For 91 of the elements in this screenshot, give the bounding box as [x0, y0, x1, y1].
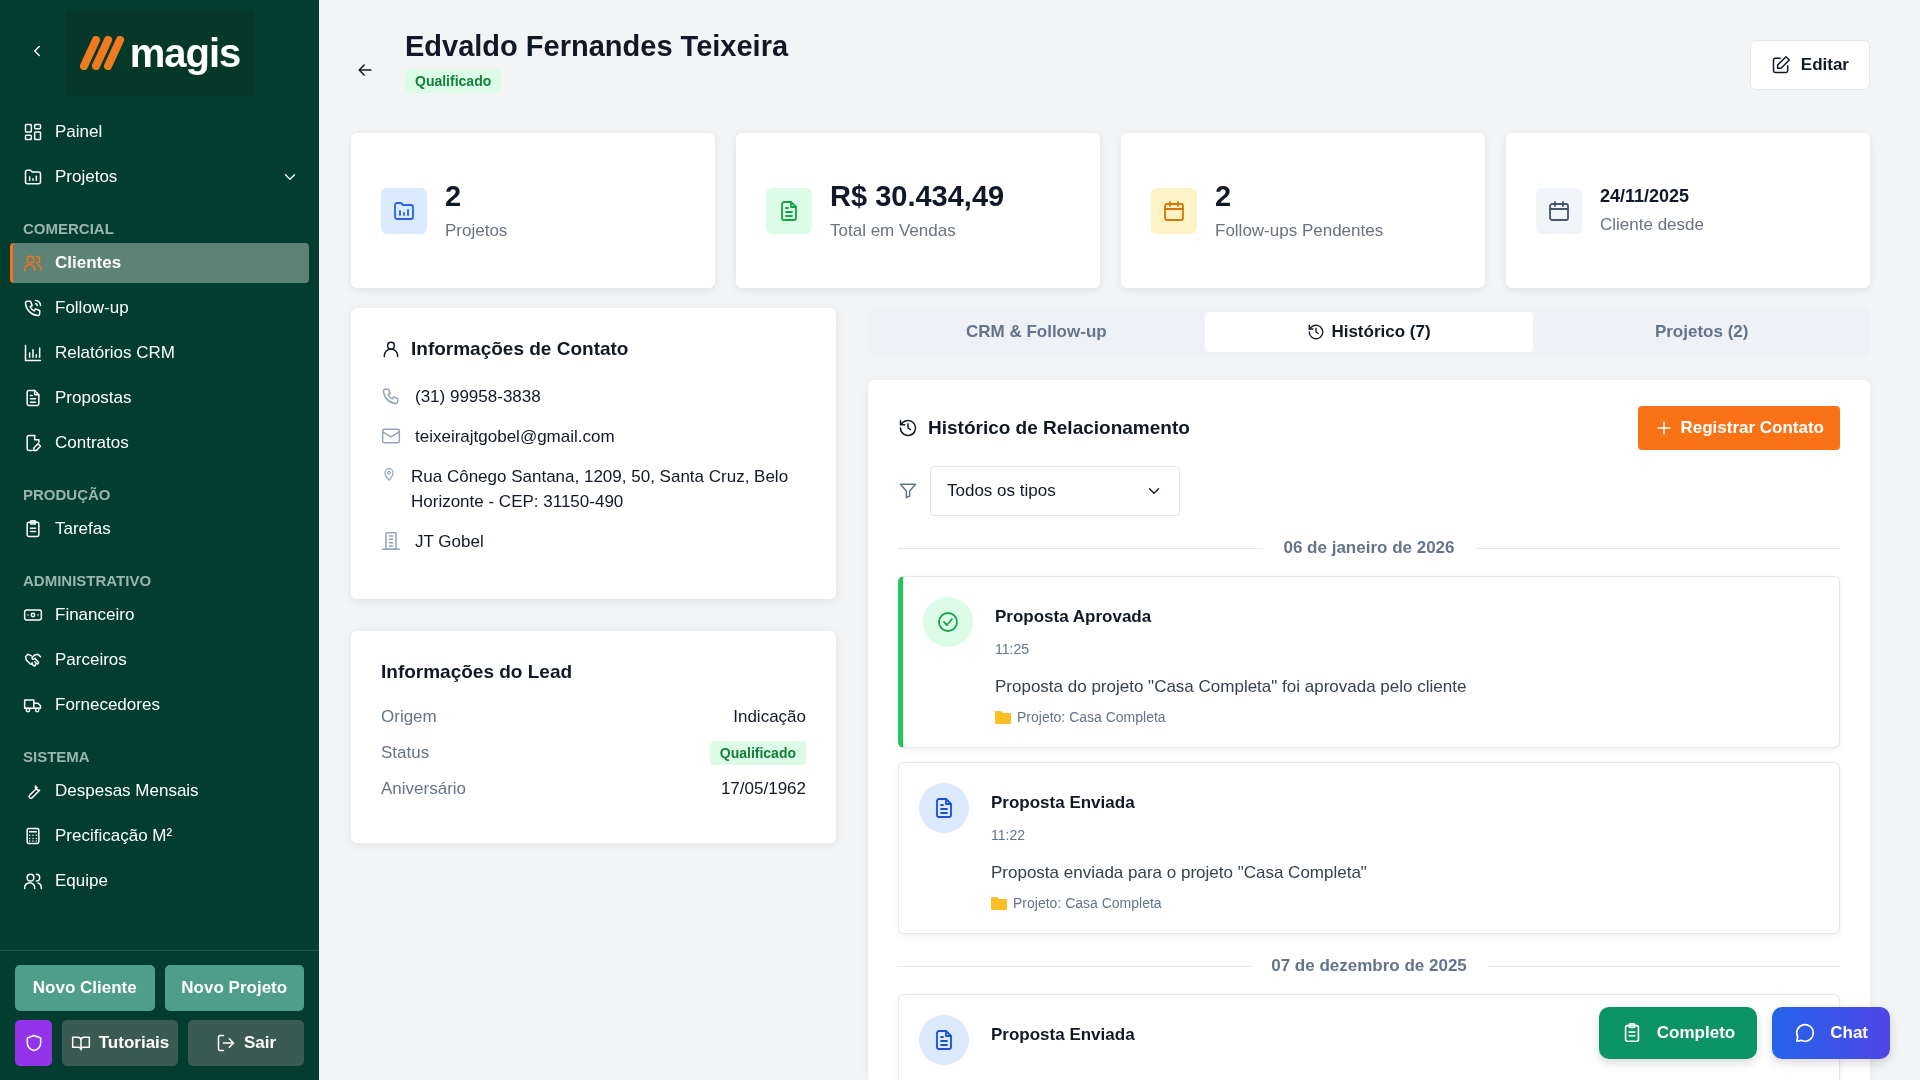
stat-label: Follow-ups Pendentes — [1215, 221, 1384, 241]
edit-button[interactable]: Editar — [1749, 40, 1870, 90]
logout-icon — [215, 1033, 236, 1053]
event-description: Proposta enviada para o projeto "Casa Completa" — [991, 863, 1367, 883]
nav-item[interactable]: Relatórios CRM — [10, 333, 309, 373]
contact-detail: (31) 99958-3838 — [415, 386, 541, 408]
event-project: Projeto: Casa Completa — [1013, 895, 1162, 911]
tutorials-button[interactable]: Tutoriais — [62, 1020, 178, 1066]
event-title: Proposta Enviada — [991, 793, 1136, 813]
nav-item[interactable]: Financeiro — [10, 595, 309, 635]
event-time: 11:22 — [991, 827, 1026, 843]
map-pin-icon — [381, 466, 397, 482]
check-circle-icon — [936, 610, 960, 634]
users-icon — [23, 871, 43, 891]
contact-detail: teixeirajtgobel@gmail.com — [415, 426, 615, 448]
nav-item[interactable]: Parceiros — [10, 640, 309, 680]
building-icon — [381, 531, 401, 551]
nav-item[interactable]: Precificação M² — [10, 816, 309, 856]
nav-item[interactable]: Propostas — [10, 378, 309, 418]
folder-icon — [995, 710, 1011, 724]
client-name: Edvaldo Fernandes Teixeira — [405, 30, 790, 63]
stat-value: 24/11/2025 — [1600, 186, 1691, 207]
field-label: Origem — [381, 707, 437, 727]
event-title: Proposta Aprovada — [995, 607, 1153, 627]
card-title: Informações do Lead — [381, 661, 574, 683]
stat-label: Projetos — [445, 221, 508, 241]
nav-item[interactable]: Equipe — [10, 861, 309, 901]
nav-item[interactable]: Tarefas — [10, 509, 309, 549]
logo-mark-icon — [79, 36, 124, 70]
event-description: Proposta do projeto "Casa Completa" foi aprovada pelo cliente — [995, 677, 1467, 697]
grid-icon — [23, 122, 43, 142]
tab[interactable]: CRM & Follow-up — [872, 312, 1201, 352]
nav-item[interactable]: Despesas Mensais — [10, 771, 309, 811]
section-heading: ADMINISTRATIVO — [22, 571, 153, 591]
contact-detail: JT Gobel — [415, 531, 484, 553]
status-badge: Qualificado — [405, 69, 502, 93]
calendar-icon — [1547, 198, 1571, 223]
event-time: 11:25 — [995, 641, 1030, 657]
nav-item[interactable]: Projetos — [10, 157, 309, 197]
history-icon — [1307, 323, 1326, 341]
tab[interactable]: Projetos (2) — [1537, 312, 1866, 352]
type-filter-dropdown[interactable]: Todos os tipos — [930, 466, 1180, 516]
tab[interactable]: Histórico (7) — [1204, 312, 1534, 352]
event-project: Projeto: Casa Completa — [1017, 709, 1166, 725]
phone-icon — [381, 386, 401, 406]
section-heading: COMERCIAL — [22, 219, 115, 239]
status-badge: Qualificado — [709, 741, 806, 765]
date-heading: 06 de janeiro de 2026 — [1283, 538, 1455, 558]
panel-title: Histórico de Relacionamento — [928, 417, 1191, 439]
section-heading: SISTEMA — [22, 747, 91, 767]
shield-button[interactable] — [15, 1020, 52, 1066]
history-icon — [898, 418, 918, 438]
contact-detail: Rua Cônego Santana, 1209, 50, Santa Cruz, Belo Horizonte - CEP: 31150-490 — [411, 466, 790, 513]
clipboard-icon — [23, 519, 43, 539]
field-value: Indicação — [733, 707, 806, 727]
edit-icon — [1770, 55, 1791, 75]
document-pen-icon — [23, 433, 43, 453]
folder-icon — [23, 167, 43, 187]
field-label: Aniversário — [381, 779, 467, 799]
chat-icon — [1794, 1022, 1817, 1044]
stat-value: R$ 30.434,49 — [830, 180, 1005, 213]
section-heading: PRODUÇÃO — [22, 485, 112, 505]
date-heading: 07 de dezembro de 2025 — [1271, 956, 1467, 976]
filter-icon — [898, 481, 918, 501]
calendar-icon — [1162, 198, 1186, 223]
event-title: Proposta Enviada — [991, 1025, 1135, 1045]
field-label: Status — [381, 743, 430, 763]
stat-value: 2 — [445, 180, 463, 213]
users-icon — [23, 253, 43, 273]
field-value: 17/05/1962 — [720, 779, 806, 799]
stat-label: Cliente desde — [1600, 215, 1704, 235]
nav-item[interactable]: Painel — [10, 112, 309, 152]
nav-item[interactable]: Follow-up — [10, 288, 309, 328]
complete-button[interactable]: Completo — [1598, 1007, 1758, 1059]
logout-button[interactable]: Sair — [188, 1020, 304, 1066]
nav-item[interactable]: Clientes — [10, 243, 309, 283]
mail-icon — [381, 426, 401, 446]
nav-item[interactable]: Fornecedores — [10, 685, 309, 725]
bar-chart-icon — [23, 343, 43, 363]
nav-item[interactable]: Contratos — [10, 423, 309, 463]
user-icon — [381, 339, 401, 359]
calculator-icon — [23, 826, 43, 846]
stat-value: 2 — [1215, 180, 1233, 213]
phone-icon — [23, 298, 43, 318]
document-icon — [23, 388, 43, 408]
card-title: Informações de Contato — [411, 338, 630, 360]
logo: magis — [66, 10, 254, 96]
folder-icon — [991, 896, 1007, 910]
chat-button[interactable]: Chat — [1772, 1007, 1890, 1059]
stat-label: Total em Vendas — [830, 221, 957, 241]
book-icon — [70, 1033, 91, 1053]
